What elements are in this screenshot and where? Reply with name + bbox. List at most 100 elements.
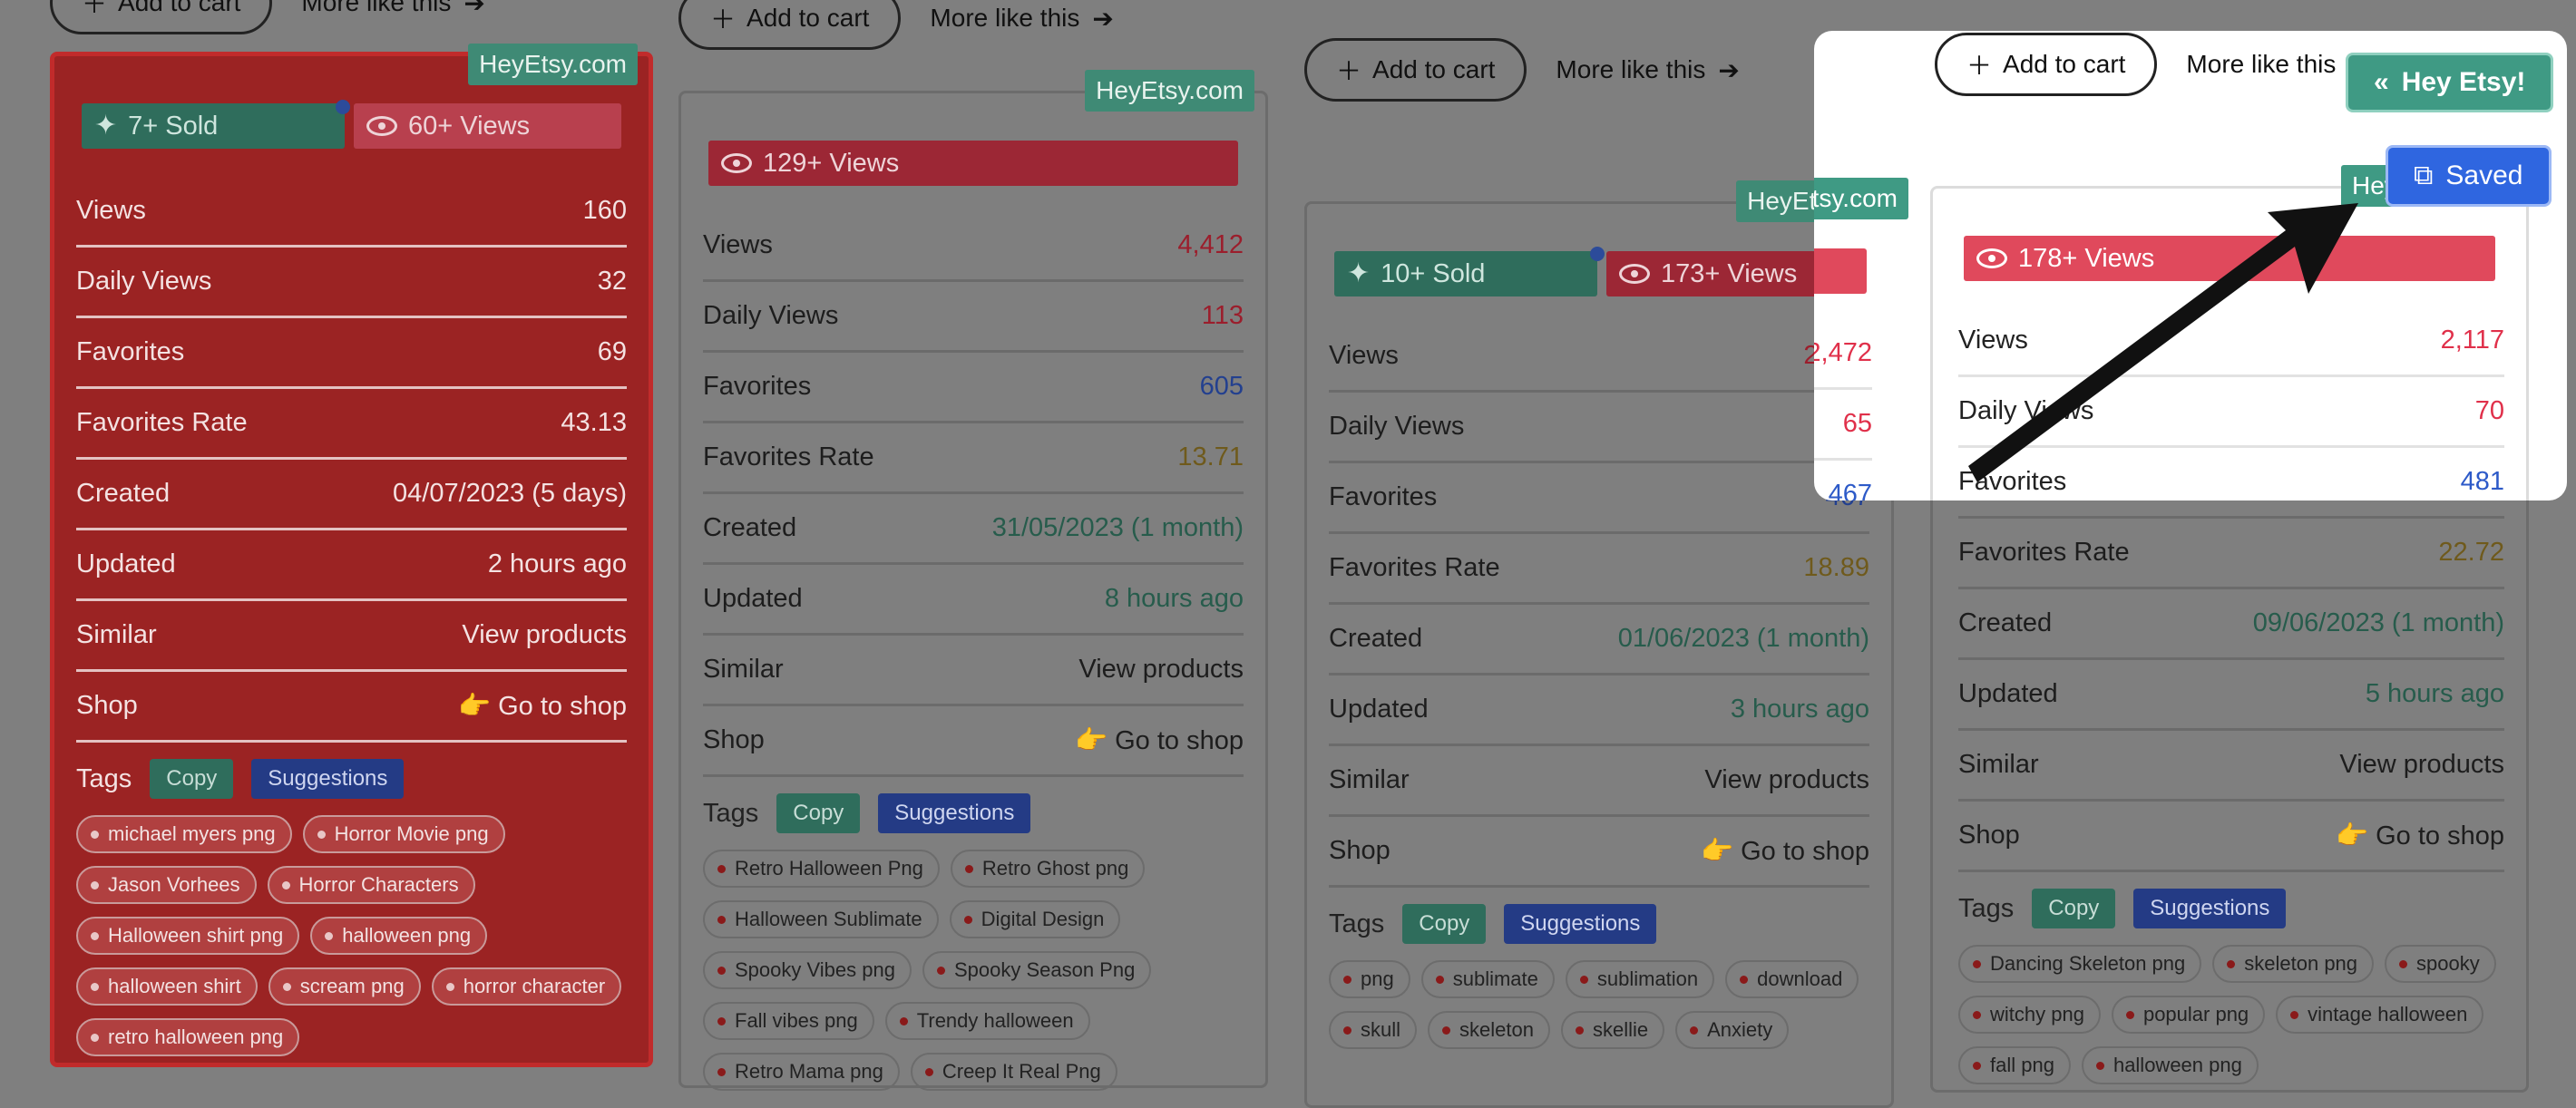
views-pill: 60+ Views — [354, 103, 621, 149]
plus-icon: ＋ — [1336, 57, 1362, 85]
spotlight-region: HeyEtsy.com 173+ Views Views2,472 Daily … — [1814, 31, 2567, 501]
tag-chip[interactable]: Horror Characters — [267, 866, 475, 904]
view-products-link[interactable]: View products — [462, 620, 627, 650]
created-row: Created 09/06/2023 (1 month) — [1958, 589, 2504, 660]
tag-chip[interactable]: horror character — [431, 967, 622, 1006]
more-like-this-link[interactable]: More like this ➔ — [1556, 55, 1739, 85]
tag-chip[interactable]: Halloween shirt png — [76, 917, 300, 955]
tags-header: Tags Copy Suggestions — [1329, 888, 1869, 960]
suggestions-button[interactable]: Suggestions — [878, 793, 1031, 833]
tag-chip[interactable]: Anxiety — [1675, 1011, 1790, 1049]
tag-chip[interactable]: halloween shirt — [76, 967, 258, 1006]
copy-tags-button[interactable]: Copy — [1402, 904, 1487, 944]
more-like-this-link[interactable]: More like this ➔ — [930, 4, 1113, 34]
sold-pill: ✦ 10+ Sold — [1334, 251, 1597, 296]
shop-row: Shop 👉 Go to shop — [1329, 817, 1869, 888]
tag-chip[interactable]: Horror Movie png — [302, 815, 505, 853]
arrow-right-icon: ➔ — [463, 0, 485, 17]
plus-icon: ＋ — [82, 0, 108, 18]
tag-chip[interactable]: sublimation — [1565, 960, 1715, 998]
views-row: Views2,472 — [1329, 322, 1869, 393]
daily-views-row: Daily Views65 — [1329, 393, 1869, 463]
go-to-shop-link[interactable]: 👉 Go to shop — [1701, 836, 1869, 867]
go-to-shop-link[interactable]: 👉 Go to shop — [1075, 725, 1244, 756]
sparkle-icon: ✦ — [1347, 258, 1371, 288]
add-to-cart-button[interactable]: ＋ Add to cart — [678, 0, 902, 50]
product-column-2: ＋ Add to cart More like this ➔ HeyEtsy.com… — [678, 0, 1268, 1091]
copy-tags-button[interactable]: Copy — [150, 759, 234, 799]
more-like-this-link[interactable]: More like this ➔ — [301, 0, 484, 18]
tag-chip[interactable]: popular png — [2111, 996, 2266, 1034]
product-stats-card: HeyEtsy.com 129+ Views Views 4,412 Daily … — [678, 70, 1268, 1091]
tag-chip[interactable]: spooky — [2385, 945, 2496, 983]
shop-row: Shop 👉 Go to shop — [76, 672, 627, 743]
tag-chip[interactable]: Digital Design — [949, 900, 1121, 938]
tag-chip[interactable]: Retro Halloween Png — [703, 850, 940, 888]
tag-chip[interactable]: halloween png — [310, 917, 488, 955]
tag-chip[interactable]: png — [1329, 960, 1410, 998]
favorites-rate-row: Favorites Rate 18.89 — [1329, 534, 1869, 605]
daily-views-row: Daily Views 113 — [703, 282, 1244, 353]
copy-tags-button[interactable]: Copy — [2032, 889, 2116, 928]
similar-row: Similar View products — [76, 601, 627, 672]
plus-icon: ＋ — [710, 5, 737, 34]
view-products-link[interactable]: View products — [1704, 765, 1869, 795]
tag-chip[interactable]: scream png — [268, 967, 421, 1006]
tag-chip[interactable]: witchy png — [1958, 996, 2101, 1034]
tag-chip[interactable]: retro halloween png — [76, 1018, 300, 1056]
updated-row: Updated 5 hours ago — [1958, 660, 2504, 731]
shop-row: Shop 👉 Go to shop — [703, 706, 1244, 777]
tags-header: Tags Copy Suggestions — [76, 743, 627, 815]
tag-chip[interactable]: halloween png — [2081, 1046, 2259, 1084]
product-stats-card: HeyEtsy.com ✦10+ Sold 173+ Views Views2,… — [1304, 180, 1906, 1108]
view-products-link[interactable]: View products — [2339, 750, 2504, 780]
tag-chip[interactable]: skeleton png — [2212, 945, 2375, 983]
tag-chip[interactable]: Jason Vorhees — [76, 866, 257, 904]
heyetsy-badge[interactable]: HeyEtsy.com — [468, 44, 638, 85]
views-row: Views 160 — [76, 177, 627, 248]
tag-chip[interactable]: skeleton — [1428, 1011, 1550, 1049]
suggestions-button[interactable]: Suggestions — [251, 759, 405, 799]
product-stats-card: HeyEtsy.com ✦ 7+ Sold 60+ Views Views 160 … — [50, 44, 653, 1067]
tags-header: Tags Copy Suggestions — [703, 777, 1244, 850]
tags-header: Tags Copy Suggestions — [1958, 872, 2504, 945]
add-to-cart-button[interactable]: ＋ Add to cart — [1304, 38, 1527, 102]
eye-icon — [366, 116, 397, 136]
copy-tags-button[interactable]: Copy — [776, 793, 861, 833]
go-to-shop-link[interactable]: 👉 Go to shop — [2336, 821, 2504, 851]
tag-chip[interactable]: Spooky Vibes png — [703, 951, 912, 989]
similar-row: Similar View products — [703, 636, 1244, 706]
tag-chip[interactable]: Spooky Season Png — [922, 951, 1152, 989]
heyetsy-badge[interactable]: HeyEtsy.com — [1085, 70, 1254, 112]
tag-chip[interactable]: Trendy halloween — [884, 1002, 1090, 1040]
tag-list: Retro Halloween Png Retro Ghost png Hall… — [703, 850, 1244, 1091]
similar-row: Similar View products — [1329, 746, 1869, 817]
favorites-rate-row: Favorites Rate 43.13 — [76, 389, 627, 460]
tag-chip[interactable]: download — [1725, 960, 1859, 998]
tag-chip[interactable]: skull — [1329, 1011, 1418, 1049]
tag-chip[interactable]: skellie — [1560, 1011, 1665, 1049]
sparkle-icon: ✦ — [94, 111, 118, 141]
indicator-dot — [1590, 247, 1605, 261]
created-row: Created 01/06/2023 (1 month) — [1329, 605, 1869, 675]
tag-chip[interactable]: Halloween Sublimate — [703, 900, 939, 938]
suggestions-button[interactable]: Suggestions — [1504, 904, 1657, 944]
views-row: Views 4,412 — [703, 211, 1244, 282]
tag-chip[interactable]: fall png — [1958, 1046, 2071, 1084]
tag-chip[interactable]: Creep It Real Png — [910, 1053, 1117, 1091]
view-products-link[interactable]: View products — [1078, 655, 1244, 685]
tag-chip[interactable]: Retro Ghost png — [950, 850, 1146, 888]
tag-chip[interactable]: Dancing Skeleton png — [1958, 945, 2202, 983]
tag-chip[interactable]: Fall vibes png — [703, 1002, 874, 1040]
arrow-right-icon: ➔ — [1718, 55, 1740, 84]
tag-chip[interactable]: michael myers png — [76, 815, 292, 853]
tag-chip[interactable]: vintage halloween — [2276, 996, 2484, 1034]
tag-chip[interactable]: Retro Mama png — [703, 1053, 900, 1091]
indicator-dot — [336, 100, 350, 114]
product-column-3: ＋Add to cart More like this➔ HeyEtsy.com… — [1304, 0, 1906, 1108]
suggestions-button[interactable]: Suggestions — [2133, 889, 2287, 928]
add-to-cart-button[interactable]: ＋ Add to cart — [50, 0, 273, 34]
eye-icon — [721, 153, 752, 173]
tag-chip[interactable]: sublimate — [1420, 960, 1555, 998]
go-to-shop-link[interactable]: 👉 Go to shop — [458, 691, 627, 722]
